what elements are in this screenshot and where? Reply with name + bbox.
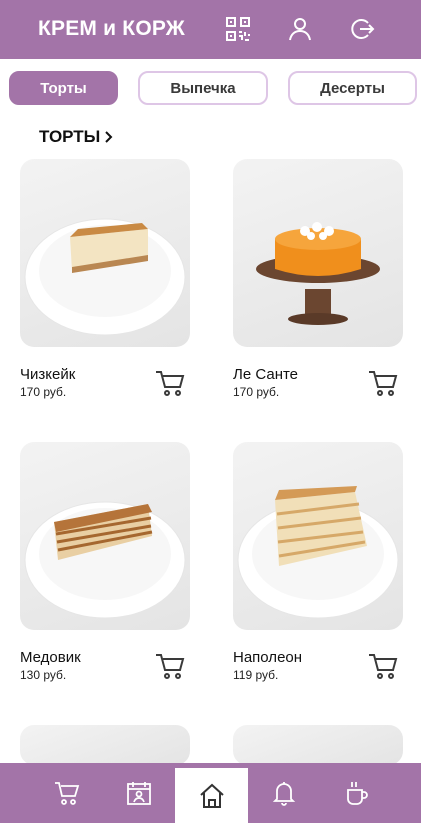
nav-cart[interactable] <box>37 763 97 823</box>
product-price: 130 руб. <box>20 668 67 682</box>
user-icon[interactable] <box>287 16 313 42</box>
add-to-cart-icon[interactable] <box>155 369 185 397</box>
add-to-cart-icon[interactable] <box>368 369 398 397</box>
product-price: 119 руб. <box>233 668 279 682</box>
chevron-right-icon <box>105 131 113 143</box>
calendar-icon <box>127 782 151 805</box>
section-title-label: ТОРТЫ <box>39 127 101 146</box>
add-to-cart-icon[interactable] <box>155 652 185 680</box>
add-to-cart-icon[interactable] <box>368 652 398 680</box>
nav-calendar[interactable] <box>109 763 169 823</box>
product-name: Наполеон <box>233 649 303 666</box>
logout-icon[interactable] <box>349 16 375 42</box>
nav-notifications[interactable] <box>254 763 314 823</box>
product-image-medovik[interactable] <box>20 442 190 630</box>
section-title[interactable]: ТОРТЫ <box>39 127 114 147</box>
product-image-partial[interactable] <box>233 725 403 765</box>
home-icon <box>199 783 224 808</box>
product-price: 170 руб. <box>233 385 280 399</box>
category-tab-cakes[interactable]: Торты <box>9 71 118 105</box>
nav-home[interactable] <box>175 768 248 823</box>
product-image-partial[interactable] <box>20 725 190 765</box>
coffee-cup-icon <box>347 782 368 805</box>
bell-icon <box>272 782 296 806</box>
product-image-napoleon[interactable] <box>233 442 403 630</box>
nav-coffee[interactable] <box>327 763 387 823</box>
category-tab-pastry[interactable]: Выпечка <box>138 71 268 105</box>
category-tab-desserts[interactable]: Десерты <box>288 71 417 105</box>
product-price: 170 руб. <box>20 385 67 399</box>
product-name: Медовик <box>20 649 81 666</box>
bottom-nav <box>0 763 421 823</box>
top-bar: КРЕМ и КОРЖ <box>0 0 421 59</box>
product-image-le-sante[interactable] <box>233 159 403 347</box>
product-image-cheesecake[interactable] <box>20 159 190 347</box>
product-name: Ле Санте <box>233 366 299 383</box>
qr-code-icon[interactable] <box>225 16 251 42</box>
app-title: КРЕМ и КОРЖ <box>38 17 185 40</box>
cart-icon <box>55 782 80 805</box>
product-name: Чизкейк <box>20 366 76 383</box>
